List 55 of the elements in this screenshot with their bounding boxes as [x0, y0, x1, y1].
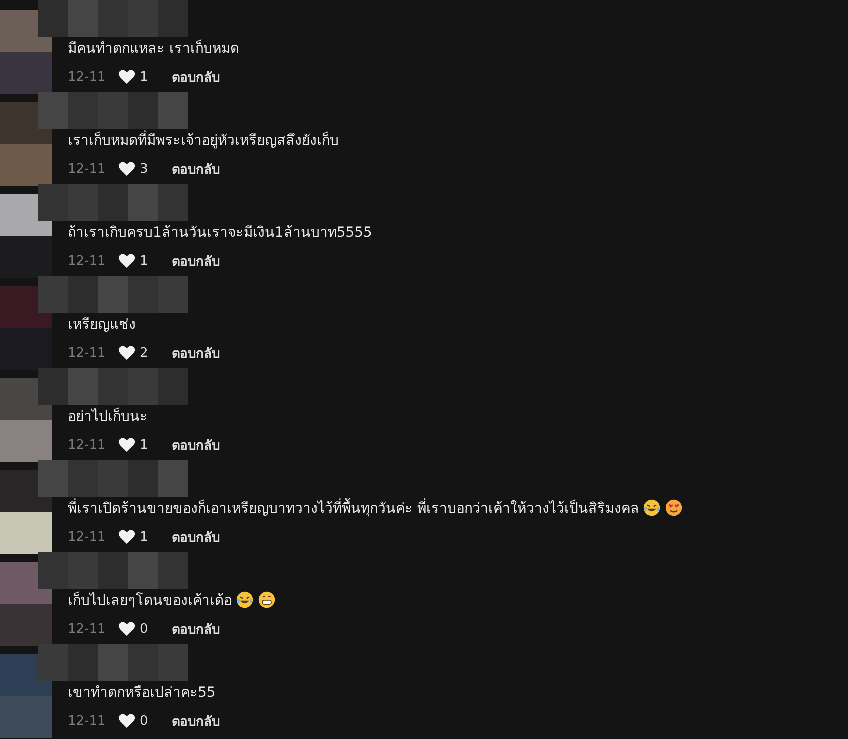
comment-text: มีคนทำตกแหละ เราเก็บหมด [68, 38, 240, 59]
heart-icon [118, 437, 136, 453]
comment-date: 12-11 [68, 162, 107, 176]
comment-text: ถ้าเราเกิบครบ1ล้านวันเราจะมีเงิน1ล้านบาท5555 [68, 224, 372, 243]
comment-text: พี่เราเปิดร้านขายของก็เอาเหรียญบาทวางไว้ที่พื้นทุกวันค่ะ พี่เราบอกว่าเค้าให้วางไว้เป็นสิริมงคล [68, 497, 640, 519]
comment-date: 12-11 [68, 346, 107, 360]
comment-date: 12-11 [68, 530, 107, 544]
like-count: 0 [140, 714, 148, 728]
heart-icon [118, 253, 136, 269]
comment-text: เขาทำตกหรือเปล่าคะ55 [68, 684, 216, 703]
comment-text: อย่าไปเก็บนะ [68, 406, 148, 427]
like-count: 3 [140, 162, 148, 176]
comment-date: 12-11 [68, 70, 107, 84]
laughing-emoji-icon [643, 499, 662, 517]
grinning-emoji-icon [258, 591, 276, 609]
like-button[interactable]: 1 [118, 253, 172, 269]
reply-link[interactable]: ตอบกลับ [172, 434, 220, 456]
comment-text: เก็บไปเลยๆโดนของเค้าเด้อ [68, 590, 232, 611]
like-count: 1 [140, 254, 148, 268]
heart-icon [118, 713, 136, 729]
heart-icon [118, 345, 136, 361]
comment-text: เราเก็บหมดที่มีพระเจ้าอยู่หัวเหรียญสลึงยังเก็บ [68, 129, 339, 151]
reply-link[interactable]: ตอบกลับ [172, 66, 220, 88]
comment-date: 12-11 [68, 622, 107, 636]
like-button[interactable]: 1 [118, 437, 172, 453]
heart-icon [118, 529, 136, 545]
like-count: 1 [140, 438, 148, 452]
reply-link[interactable]: ตอบกลับ [172, 618, 220, 640]
like-count: 1 [140, 70, 148, 84]
like-button[interactable]: 0 [118, 713, 172, 729]
like-button[interactable]: 2 [118, 345, 172, 361]
like-count: 0 [140, 622, 148, 636]
heart-eyes-emoji-icon [665, 499, 684, 517]
comment-text: เหรียญแช่ง [68, 316, 136, 335]
like-button[interactable]: 3 [118, 161, 172, 177]
comment-date: 12-11 [68, 438, 107, 452]
heart-icon [118, 161, 136, 177]
pixelated-avatar[interactable] [0, 194, 52, 278]
like-button[interactable]: 0 [118, 621, 172, 637]
comment-date: 12-11 [68, 714, 107, 728]
reply-link[interactable]: ตอบกลับ [172, 710, 220, 732]
like-button[interactable]: 1 [118, 529, 172, 545]
reply-link[interactable]: ตอบกลับ [172, 250, 220, 272]
reply-link[interactable]: ตอบกลับ [172, 342, 220, 364]
pixelated-avatar[interactable] [0, 470, 52, 554]
heart-icon [118, 69, 136, 85]
like-button[interactable]: 1 [118, 69, 172, 85]
like-count: 2 [140, 346, 148, 360]
laughing-emoji-icon [236, 591, 254, 609]
reply-link[interactable]: ตอบกลับ [172, 158, 220, 180]
reply-link[interactable]: ตอบกลับ [172, 526, 220, 548]
pixelated-avatar[interactable] [0, 378, 52, 462]
like-count: 1 [140, 530, 148, 544]
heart-icon [118, 621, 136, 637]
comment-date: 12-11 [68, 254, 107, 268]
